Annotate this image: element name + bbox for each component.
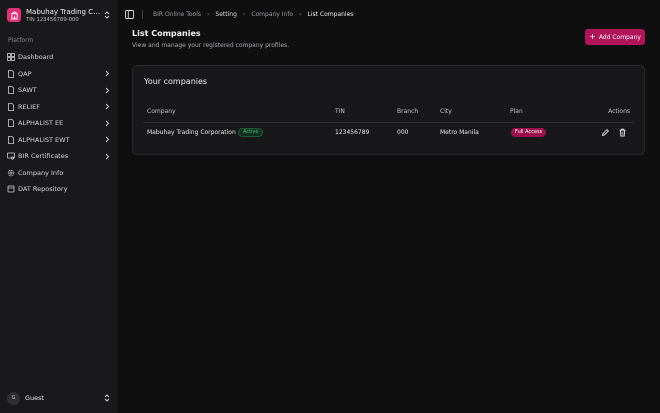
sidebar-nav: Dashboard QAP SAWT RELIEF ALPHALIST EE A… [0,49,118,198]
sidebar-item-label: Dashboard [18,53,54,62]
breadcrumb-company-info[interactable]: Company Info [251,11,293,18]
column-header-city[interactable]: City [440,108,452,115]
certificate-icon [7,152,15,160]
user-name: Guest [25,394,45,402]
database-icon [7,185,15,193]
topbar: BIR Online Tools › Setting › Company Inf… [118,0,660,28]
document-icon [8,119,14,128]
chevrons-up-down-icon [104,394,110,402]
add-company-label: Add Company [598,33,641,41]
column-header-plan[interactable]: Plan [510,108,523,115]
chevron-right-icon [105,103,110,110]
sidebar-item-bir-certificates[interactable]: BIR Certificates [0,148,118,165]
chevrons-up-down-icon [104,11,110,19]
chevron-right-icon [105,136,110,143]
divider [142,9,143,19]
chevron-right-icon [105,87,110,94]
org-switcher[interactable]: Mabuhay Trading Corp... TIN 123456789-00… [0,1,118,29]
document-icon [8,86,14,95]
column-header-tin[interactable]: TIN [335,108,345,115]
company-name: Mabuhay Trading Corporation [147,129,236,136]
company-city: Metro Manila [440,129,479,136]
breadcrumb-separator: › [207,10,210,18]
breadcrumb-bir-online-tools[interactable]: BIR Online Tools [153,11,201,18]
user-menu[interactable]: G Guest [0,389,118,407]
sidebar-item-label: SAWT [18,86,37,95]
chevron-right-icon [105,70,110,77]
breadcrumb-separator: › [299,10,302,18]
org-tin: TIN 123456789-000 [26,16,79,23]
company-branch: 000 [397,129,409,136]
building-icon [7,8,21,22]
sidebar-toggle-icon[interactable] [125,9,134,19]
column-header-actions: Actions [608,108,630,115]
sidebar-item-label: QAP [18,69,32,78]
chevron-right-icon [105,153,110,160]
column-header-company[interactable]: Company [147,108,176,115]
sidebar-item-label: Company Info [18,168,64,177]
org-name: Mabuhay Trading Corp... [26,7,101,16]
companies-card: Your companies Company TIN Branch City P… [132,65,645,155]
sidebar-item-dashboard[interactable]: Dashboard [0,49,118,66]
document-icon [8,69,14,78]
sidebar-item-label: BIR Certificates [18,152,69,161]
sidebar: Mabuhay Trading Corp... TIN 123456789-00… [0,0,118,413]
breadcrumb-current: List Companies [307,10,354,18]
edit-pencil-icon[interactable] [601,128,610,137]
plus-icon: + [589,32,596,41]
company-tin: 123456789 [335,129,370,136]
sidebar-item-company-info[interactable]: Company Info [0,165,118,182]
document-icon [8,135,14,144]
column-header-branch[interactable]: Branch [397,108,418,115]
sidebar-item-sawt[interactable]: SAWT [0,82,118,99]
delete-trash-icon[interactable] [618,128,627,137]
sidebar-item-dat-repository[interactable]: DAT Repository [0,181,118,198]
breadcrumb: BIR Online Tools › Setting › Company Inf… [153,11,353,18]
sidebar-item-label: RELIEF [18,102,41,111]
chevron-right-icon [105,120,110,127]
sidebar-item-label: ALPHALIST EWT [18,135,70,144]
sidebar-item-label: ALPHALIST EE [18,119,64,128]
page-subtitle: View and manage your registered company … [132,42,290,49]
status-badge: Active [238,128,264,137]
sidebar-item-alphalist-ee[interactable]: ALPHALIST EE [0,115,118,132]
main-content: BIR Online Tools › Setting › Company Inf… [118,0,660,413]
dashboard-icon [7,53,15,62]
sidebar-item-alphalist-ewt[interactable]: ALPHALIST EWT [0,132,118,149]
breadcrumb-separator: › [242,10,246,18]
sidebar-item-relief[interactable]: RELIEF [0,99,118,116]
table-header-divider [143,122,634,123]
card-title: Your companies [144,77,208,86]
sidebar-item-label: DAT Repository [18,185,68,194]
sidebar-item-qap[interactable]: QAP [0,66,118,83]
page-title: List Companies [132,29,201,38]
add-company-button[interactable]: + Add Company [585,29,645,45]
document-icon [8,102,14,111]
gear-icon [7,169,15,176]
page-header: List Companies View and manage your regi… [132,29,289,49]
nav-section-label: Platform [8,37,34,44]
plan-badge: Full Access [511,128,547,137]
avatar: G [7,391,20,405]
breadcrumb-setting[interactable]: Setting [215,11,236,18]
